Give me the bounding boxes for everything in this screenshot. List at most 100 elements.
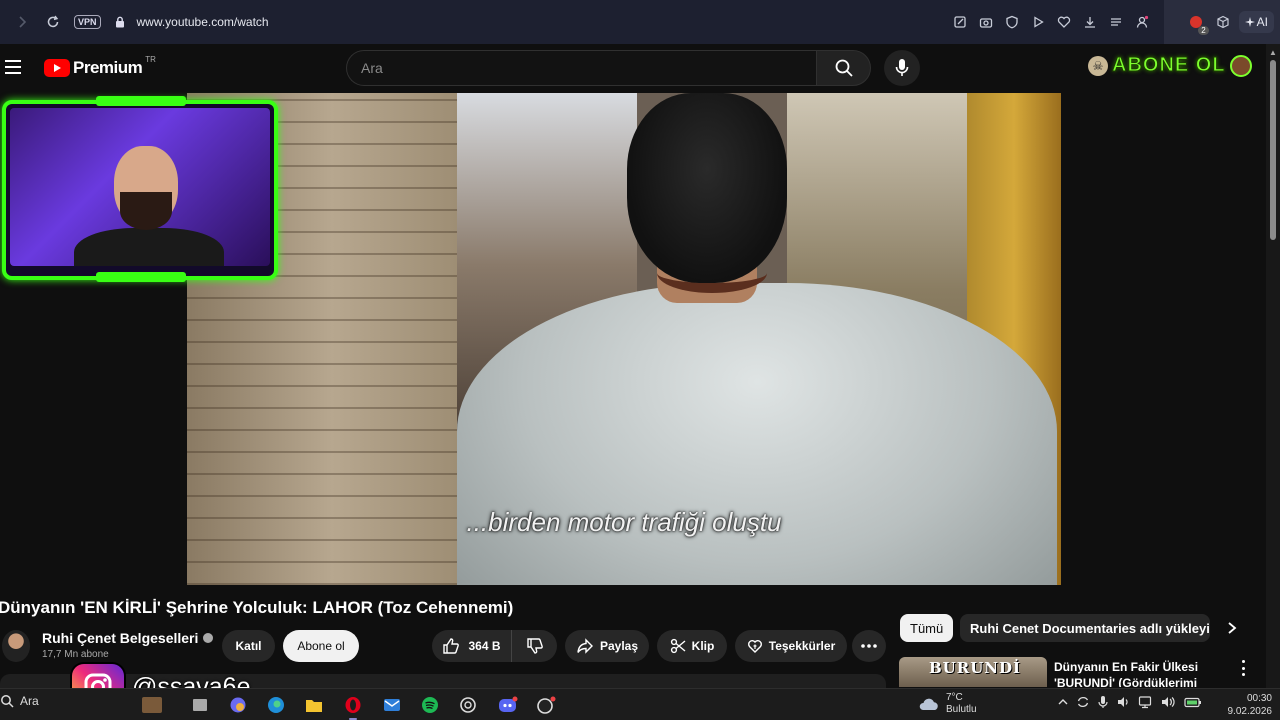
mail-icon[interactable] — [380, 693, 404, 717]
more-dots-icon — [861, 644, 877, 648]
network-icon[interactable] — [1138, 695, 1152, 709]
download-icon[interactable] — [1080, 12, 1100, 32]
volume-icon[interactable] — [1116, 695, 1130, 709]
page-scrollbar[interactable]: ▲ — [1266, 44, 1280, 688]
more-actions-button[interactable] — [852, 630, 886, 662]
channel-avatar[interactable] — [2, 630, 30, 662]
webcam-frame-tab-top — [96, 96, 186, 106]
weather-widget[interactable]: 7°C Bulutlu — [918, 692, 977, 716]
subscriber-count: 17,7 Mn abone — [42, 649, 109, 660]
browser-toolbar: VPN www.youtube.com/watch 2 AI — [0, 0, 1280, 44]
menu-lines-icon[interactable] — [1106, 12, 1126, 32]
extension-icon[interactable]: 2 — [1185, 11, 1209, 35]
ai-label: AI — [1256, 15, 1268, 29]
search-bar — [346, 50, 871, 86]
discord-icon[interactable] — [496, 693, 520, 717]
video-player[interactable]: ...birden motor trafiği oluştu — [187, 93, 1061, 585]
cube-icon[interactable] — [1213, 12, 1233, 32]
recommendation-title[interactable]: Dünyanın En Fakir Ülkesi 'BURUNDİ' (Görd… — [1054, 659, 1224, 687]
battery-icon[interactable] — [1184, 695, 1202, 709]
channel-name[interactable]: Ruhi Çenet Belgeselleri — [42, 630, 198, 646]
chatgpt-icon[interactable] — [456, 693, 480, 717]
ai-button[interactable]: AI — [1238, 11, 1274, 33]
webcam-feed — [10, 108, 270, 266]
screen: VPN www.youtube.com/watch 2 AI Premium T… — [0, 0, 1280, 720]
skull-icon: ☠ — [1088, 55, 1108, 76]
sparkle-icon — [1244, 17, 1255, 27]
vpn-badge[interactable]: VPN — [74, 15, 101, 29]
video-subtitle: ...birden motor trafiği oluştu — [466, 507, 782, 537]
edge-browser-icon[interactable] — [264, 693, 288, 717]
youtube-logo[interactable]: Premium TR — [44, 54, 156, 78]
taskbar: Ara 7°C Bulutlu 00:30 9.02.2026 — [0, 688, 1280, 720]
webcam-overlay — [2, 96, 278, 282]
share-icon — [577, 638, 593, 654]
taskbar-search[interactable]: Ara — [0, 694, 39, 708]
youtube-play-logo-icon — [44, 59, 70, 77]
clip-button[interactable]: Klip — [657, 630, 727, 662]
search-button[interactable] — [816, 50, 871, 86]
thumbs-up-icon — [443, 638, 460, 654]
chip-from-uploader[interactable]: Ruhi Cenet Documentaries adlı yükleyicid… — [960, 614, 1210, 642]
taskbar-search-label: Ara — [20, 694, 39, 708]
logo-region: TR — [145, 54, 156, 64]
recommendation-thumbnail[interactable]: BURUNDİ — [899, 657, 1047, 687]
search-input[interactable] — [346, 50, 816, 86]
play-icon[interactable] — [1028, 12, 1048, 32]
scrollbar-thumb[interactable] — [1270, 60, 1276, 240]
camera-icon[interactable] — [976, 12, 996, 32]
taskbar-app-window-icon[interactable] — [188, 693, 212, 717]
subscribe-button[interactable]: Abone ol — [283, 630, 359, 662]
sync-icon[interactable] — [1076, 695, 1090, 709]
join-button[interactable]: Katıl — [222, 630, 275, 662]
scroll-up-icon[interactable]: ▲ — [1269, 48, 1277, 57]
file-explorer-icon[interactable] — [302, 693, 326, 717]
subscribe-label: Abone ol — [297, 639, 345, 653]
thanks-label: Teşekkürler — [768, 639, 836, 653]
like-button[interactable]: 364 B — [432, 630, 512, 662]
opera-browser-icon[interactable] — [341, 693, 365, 720]
profile-icon[interactable] — [1132, 12, 1152, 32]
voice-search-button[interactable] — [884, 50, 920, 86]
youtube-header: Premium TR ☠ ABONE OL — [0, 44, 1266, 93]
search-icon — [835, 59, 853, 77]
copilot-icon[interactable] — [226, 693, 250, 717]
dislike-button[interactable] — [512, 630, 557, 662]
forward-icon[interactable] — [8, 7, 38, 37]
clock[interactable]: 00:30 9.02.2026 — [1228, 692, 1273, 718]
clock-time: 00:30 — [1246, 693, 1272, 704]
microphone-tray-icon[interactable] — [1098, 695, 1108, 709]
tray-chevron-up-icon[interactable] — [1058, 698, 1068, 706]
microphone-icon — [895, 59, 909, 76]
subscribe-overlay: ☠ ABONE OL — [1088, 54, 1252, 77]
recommendation-thumbnail-text: BURUNDİ — [929, 659, 1022, 677]
thumbs-down-icon — [526, 638, 543, 654]
reload-icon[interactable] — [38, 7, 68, 37]
like-dislike-group: 364 B — [432, 630, 557, 662]
chips-next-button[interactable] — [1218, 614, 1246, 642]
note-icon[interactable] — [950, 12, 970, 32]
chip-all[interactable]: Tümü — [900, 614, 954, 642]
webcam-frame-tab-bottom — [96, 272, 186, 282]
like-count: 364 B — [468, 639, 501, 653]
hamburger-menu-icon[interactable] — [5, 60, 21, 74]
chevron-right-icon — [1228, 622, 1237, 634]
extension-count: 2 — [1198, 26, 1209, 35]
recommendation-menu-icon[interactable] — [1238, 660, 1248, 676]
taskbar-search-icon — [1, 695, 14, 708]
lock-icon[interactable] — [115, 16, 125, 28]
heart-icon[interactable] — [1054, 12, 1074, 32]
speaker-icon[interactable] — [1160, 695, 1176, 709]
channel-name-row[interactable]: Ruhi Çenet Belgeselleri — [42, 630, 214, 646]
spotify-icon[interactable] — [418, 693, 442, 717]
temperature: 7°C — [946, 692, 963, 703]
address-bar[interactable]: www.youtube.com/watch — [137, 15, 269, 29]
shield-icon[interactable] — [1002, 12, 1022, 32]
share-button[interactable]: Paylaş — [565, 630, 649, 662]
thanks-button[interactable]: Teşekkürler — [735, 630, 847, 662]
share-label: Paylaş — [599, 639, 639, 653]
clip-label: Klip — [691, 639, 715, 653]
taskbar-app-news-icon[interactable] — [140, 693, 164, 717]
verified-icon — [203, 633, 214, 643]
obs-studio-icon[interactable] — [534, 693, 558, 717]
